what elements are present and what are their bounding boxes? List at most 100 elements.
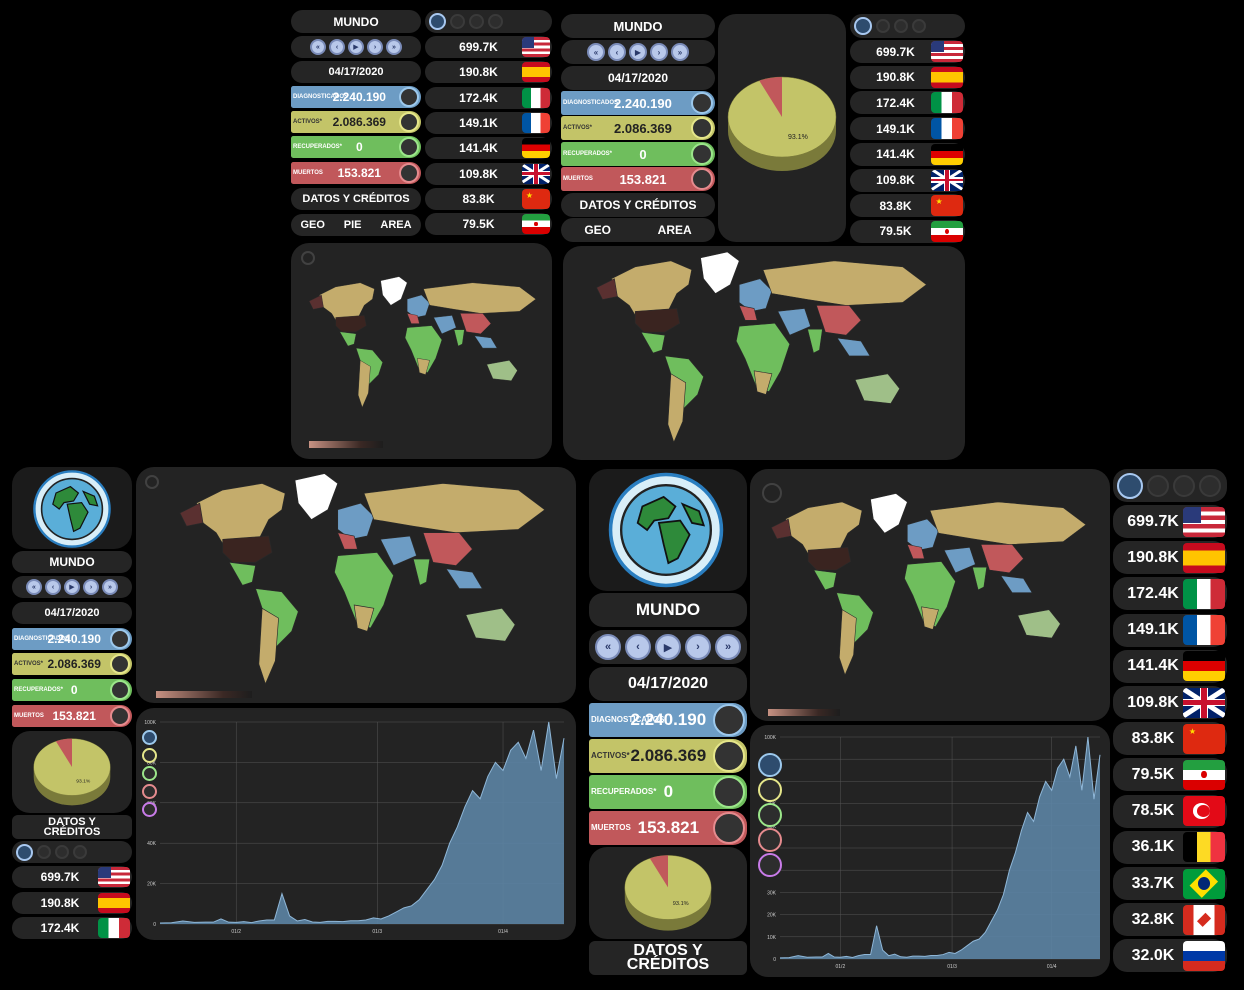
- play-button[interactable]: ▶: [655, 634, 681, 660]
- tab-geo[interactable]: GEO: [300, 219, 324, 231]
- map-region-greenland[interactable]: [380, 276, 408, 306]
- virus-icon[interactable]: [469, 14, 484, 29]
- country-row[interactable]: 32.8K: [1113, 903, 1227, 937]
- virus-icon[interactable]: [55, 845, 69, 859]
- virus-icon[interactable]: [1199, 474, 1221, 497]
- last-date-button[interactable]: »: [102, 579, 118, 595]
- pie-chart[interactable]: 93.1%: [720, 69, 844, 179]
- map-region-mexico[interactable]: [228, 561, 256, 586]
- map-region-south-east-asia[interactable]: [445, 568, 483, 589]
- map-region-south-america-b[interactable]: [839, 609, 857, 676]
- country-row[interactable]: 190.8K: [425, 61, 552, 84]
- next-date-button[interactable]: ›: [367, 39, 383, 55]
- tab-area[interactable]: AREA: [380, 219, 411, 231]
- region-selector[interactable]: MUNDO: [589, 593, 747, 627]
- map-region-south-america-b[interactable]: [667, 373, 687, 443]
- map-region-middle-east[interactable]: [379, 535, 417, 566]
- credits-button[interactable]: DATOS Y CRÉDITOS: [12, 815, 132, 839]
- tab-pie[interactable]: PIE: [344, 219, 362, 231]
- map-region-russia[interactable]: [363, 483, 546, 534]
- map-region-australia[interactable]: [1017, 609, 1061, 639]
- country-row[interactable]: 78.5K: [1113, 794, 1227, 828]
- country-row[interactable]: 699.7K: [850, 40, 965, 63]
- map-region-south-east-asia[interactable]: [474, 335, 498, 349]
- stat-activos[interactable]: ACTIVOS* 2.086.369: [12, 653, 132, 675]
- map-region-middle-east[interactable]: [433, 315, 457, 335]
- stat-diagnosticados[interactable]: DIAGNOSTICADOS 2.240.190: [291, 86, 421, 108]
- virus-icon[interactable]: [758, 828, 782, 852]
- country-row[interactable]: 109.8K: [850, 168, 965, 192]
- map-region-australia[interactable]: [854, 373, 901, 404]
- country-row[interactable]: 699.7K: [1113, 505, 1227, 538]
- map-region-greenland[interactable]: [870, 493, 908, 534]
- map-region-south-east-asia[interactable]: [836, 337, 871, 357]
- prev-date-button[interactable]: ‹: [45, 579, 61, 595]
- virus-icon[interactable]: [912, 19, 926, 33]
- play-button[interactable]: ▶: [348, 39, 364, 55]
- stat-diagnosticados[interactable]: DIAGNOSTICADOS 2.240.190: [589, 703, 747, 737]
- virus-icon[interactable]: [854, 17, 872, 35]
- stat-recuperados[interactable]: RECUPERADOS* 0: [561, 142, 715, 166]
- country-row[interactable]: 79.5K: [425, 213, 552, 236]
- next-date-button[interactable]: ›: [83, 579, 99, 595]
- map-region-mexico[interactable]: [813, 569, 837, 591]
- map-region-middle-east[interactable]: [943, 547, 976, 574]
- country-row[interactable]: 190.8K: [850, 65, 965, 89]
- credits-button[interactable]: DATOS Y CRÉDITOS: [291, 188, 421, 210]
- last-date-button[interactable]: »: [715, 634, 741, 660]
- map-region-alaska[interactable]: [770, 518, 792, 540]
- country-row[interactable]: 149.1K: [850, 117, 965, 141]
- first-date-button[interactable]: «: [310, 39, 326, 55]
- play-button[interactable]: ▶: [629, 43, 647, 61]
- country-row[interactable]: 79.5K: [1113, 758, 1227, 792]
- map-region-india[interactable]: [453, 329, 465, 347]
- map-region-india[interactable]: [807, 328, 823, 354]
- tab-geo[interactable]: GEO: [584, 223, 611, 237]
- map-region-usa[interactable]: [335, 315, 367, 332]
- virus-icon[interactable]: [142, 748, 157, 763]
- next-date-button[interactable]: ›: [650, 43, 668, 61]
- map-region-australia[interactable]: [486, 360, 518, 381]
- virus-icon[interactable]: [142, 730, 157, 745]
- stat-recuperados[interactable]: RECUPERADOS* 0: [589, 775, 747, 809]
- stat-recuperados[interactable]: RECUPERADOS* 0: [12, 679, 132, 701]
- virus-icon[interactable]: [142, 802, 157, 817]
- country-row[interactable]: 141.4K: [1113, 649, 1227, 683]
- region-selector[interactable]: MUNDO: [291, 10, 421, 33]
- map-region-middle-east[interactable]: [777, 308, 811, 336]
- stat-muertos[interactable]: MUERTOS 153.821: [561, 167, 715, 191]
- country-row[interactable]: 141.4K: [425, 137, 552, 160]
- pie-chart[interactable]: 93.1%: [26, 733, 118, 811]
- stat-recuperados[interactable]: RECUPERADOS* 0: [291, 136, 421, 158]
- first-date-button[interactable]: «: [26, 579, 42, 595]
- country-row[interactable]: 83.8K ★: [425, 187, 552, 210]
- world-map[interactable]: [291, 243, 552, 459]
- map-region-mexico[interactable]: [640, 331, 666, 354]
- prev-date-button[interactable]: ‹: [329, 39, 345, 55]
- virus-icon[interactable]: [37, 845, 51, 859]
- first-date-button[interactable]: «: [587, 43, 605, 61]
- country-row[interactable]: 32.0K: [1113, 939, 1227, 973]
- country-row[interactable]: 699.7K: [425, 36, 552, 58]
- country-row[interactable]: 109.8K: [1113, 686, 1227, 719]
- country-row[interactable]: 36.1K: [1113, 830, 1227, 864]
- credits-button[interactable]: DATOS Y CRÉDITOS: [561, 193, 715, 217]
- view-switcher[interactable]: [425, 10, 552, 33]
- stat-activos[interactable]: ACTIVOS* 2.086.369: [561, 116, 715, 140]
- world-map[interactable]: [563, 246, 965, 460]
- map-region-alaska[interactable]: [179, 502, 204, 527]
- map-region-usa[interactable]: [634, 308, 681, 333]
- virus-icon[interactable]: [142, 784, 157, 799]
- virus-icon[interactable]: [876, 19, 890, 33]
- world-map[interactable]: [136, 467, 576, 703]
- virus-icon[interactable]: [488, 14, 503, 29]
- map-region-asia[interactable]: [459, 313, 492, 335]
- country-row[interactable]: 109.8K: [425, 162, 552, 185]
- last-date-button[interactable]: »: [671, 43, 689, 61]
- virus-icon[interactable]: [450, 14, 465, 29]
- map-region-russia[interactable]: [423, 282, 537, 314]
- stat-muertos[interactable]: MUERTOS 153.821: [589, 811, 747, 845]
- map-region-india[interactable]: [412, 558, 431, 586]
- virus-icon[interactable]: [16, 843, 33, 861]
- stat-diagnosticados[interactable]: DIAGNOSTICADOS 2.240.190: [561, 91, 715, 115]
